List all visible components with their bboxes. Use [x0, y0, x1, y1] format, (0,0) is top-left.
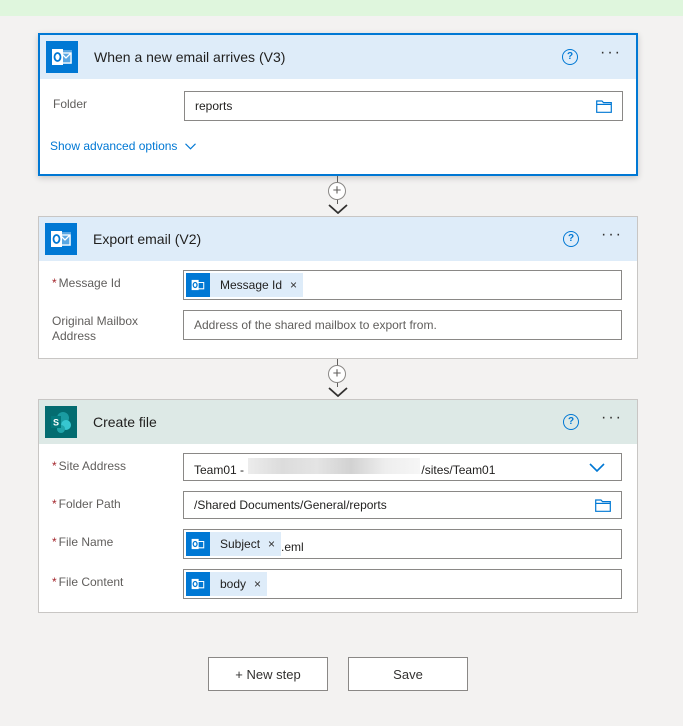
folder-row: Folder reports	[40, 91, 636, 129]
site-address-row: * Site Address Team01 - /sites/Team01	[39, 453, 637, 491]
mailbox-input[interactable]: Address of the shared mailbox to export …	[183, 310, 622, 340]
top-status-band	[0, 0, 683, 16]
export-email-card[interactable]: Export email (V2) ? ··· * Message Id Mess…	[38, 216, 638, 359]
outlook-icon	[186, 532, 210, 556]
file-content-label: * File Content	[52, 575, 124, 589]
remove-token-icon[interactable]: ×	[268, 537, 275, 551]
folder-input[interactable]: reports	[184, 91, 623, 121]
file-content-row: * File Content body ×	[39, 569, 637, 607]
export-email-card-header[interactable]: Export email (V2) ? ···	[39, 217, 637, 261]
sharepoint-icon: S	[45, 406, 77, 438]
more-options-icon[interactable]: ···	[599, 410, 625, 430]
folder-icon[interactable]	[595, 499, 611, 512]
trigger-card[interactable]: When a new email arrives (V3) ? ··· Fold…	[38, 33, 638, 176]
arrow-down-icon	[328, 204, 348, 214]
file-name-row: * File Name Subject × .eml	[39, 529, 637, 567]
show-advanced-options-link[interactable]: Show advanced options	[50, 139, 197, 153]
token-label: Message Id	[220, 278, 283, 292]
remove-token-icon[interactable]: ×	[254, 577, 261, 591]
token-label: body	[220, 577, 247, 591]
file-name-suffix: .eml	[281, 540, 304, 554]
chevron-down-icon	[185, 142, 197, 150]
outlook-icon	[186, 572, 210, 596]
help-icon[interactable]: ?	[562, 49, 578, 65]
insert-step-plus-icon[interactable]: +	[328, 182, 346, 200]
remove-token-icon[interactable]: ×	[290, 278, 297, 292]
folder-path-value: /Shared Documents/General/reports	[194, 498, 387, 512]
arrow-down-icon	[328, 387, 348, 397]
outlook-icon	[46, 41, 78, 73]
svg-text:S: S	[53, 418, 59, 428]
more-options-icon[interactable]: ···	[599, 227, 625, 247]
help-icon[interactable]: ?	[563, 414, 579, 430]
more-options-icon[interactable]: ···	[598, 45, 624, 65]
create-file-card-header[interactable]: S Create file ? ···	[39, 400, 637, 444]
site-address-label: * Site Address	[52, 459, 127, 473]
create-file-card[interactable]: S Create file ? ··· * Site Address Team01…	[38, 399, 638, 613]
file-name-label: * File Name	[52, 535, 114, 549]
folder-value: reports	[195, 99, 233, 113]
create-file-title: Create file	[93, 414, 157, 430]
mailbox-label: Original Mailbox Address	[52, 314, 139, 343]
show-advanced-options-label: Show advanced options	[50, 139, 178, 153]
export-email-title: Export email (V2)	[93, 231, 202, 247]
folder-path-label: * Folder Path	[52, 497, 121, 511]
token-label: Subject	[220, 537, 261, 551]
new-step-button[interactable]: + New step	[208, 657, 328, 691]
message-id-input[interactable]: Message Id ×	[183, 270, 622, 300]
folder-path-input[interactable]: /Shared Documents/General/reports	[183, 491, 622, 519]
help-icon[interactable]: ?	[563, 231, 579, 247]
redacted-area	[248, 457, 421, 474]
message-id-row: * Message Id Message Id ×	[39, 270, 637, 308]
step-connector: +	[325, 176, 351, 216]
site-address-value: Team01 - /sites/Team01	[194, 457, 495, 477]
folder-icon[interactable]	[596, 100, 612, 113]
site-address-dropdown[interactable]: Team01 - /sites/Team01	[183, 453, 622, 481]
outlook-icon	[186, 273, 210, 297]
folder-path-row: * Folder Path /Shared Documents/General/r…	[39, 491, 637, 529]
trigger-title: When a new email arrives (V3)	[94, 49, 286, 65]
required-marker: *	[52, 276, 57, 290]
dynamic-token[interactable]: Message Id ×	[186, 273, 304, 297]
file-name-input[interactable]: Subject × .eml	[183, 529, 622, 559]
trigger-card-header[interactable]: When a new email arrives (V3) ? ···	[40, 35, 636, 79]
save-button[interactable]: Save	[348, 657, 468, 691]
outlook-icon	[45, 223, 77, 255]
dynamic-token[interactable]: Subject ×	[186, 532, 282, 556]
file-content-input[interactable]: body ×	[183, 569, 622, 599]
step-connector: +	[325, 359, 351, 399]
message-id-label: * Message Id	[52, 276, 121, 290]
mailbox-row: Original Mailbox Address Address of the s…	[39, 310, 637, 350]
insert-step-plus-icon[interactable]: +	[328, 365, 346, 383]
folder-label: Folder	[53, 97, 88, 111]
dynamic-token[interactable]: body ×	[186, 572, 268, 596]
mailbox-placeholder: Address of the shared mailbox to export …	[194, 318, 437, 332]
chevron-down-icon[interactable]	[589, 463, 605, 472]
